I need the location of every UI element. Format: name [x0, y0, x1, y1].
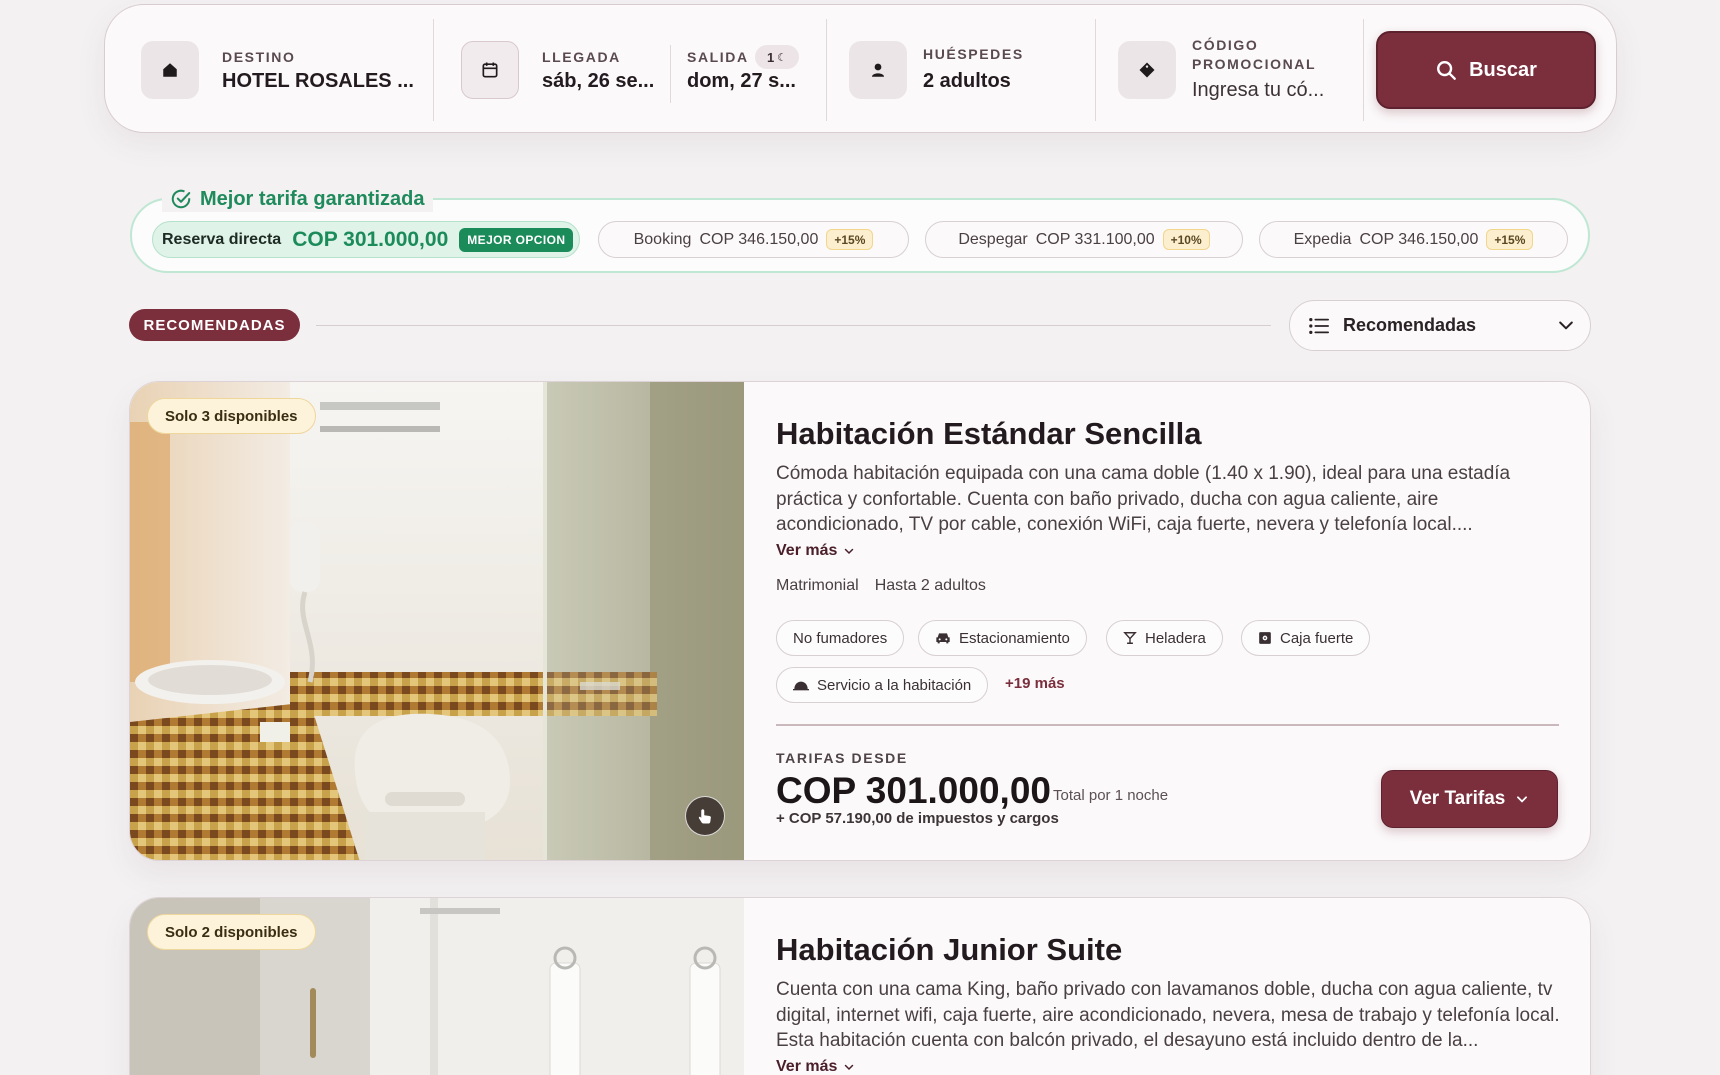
divider — [1363, 19, 1364, 121]
best-option-badge: MEJOR OPCION — [459, 227, 574, 252]
room-photo[interactable]: Solo 2 disponibles — [130, 898, 744, 1075]
chevron-down-icon — [845, 1064, 854, 1071]
competitor-rate-booking: Booking COP 346.150,00 +15% — [598, 221, 909, 258]
best-rate-title: Mejor tarifa garantizada — [162, 186, 433, 212]
check-circle-icon — [171, 189, 191, 209]
direct-price: COP 301.000,00 — [292, 227, 449, 251]
amenity-chip: No fumadores — [776, 620, 905, 656]
section-divider — [316, 325, 1271, 326]
room-description: Cómoda habitación equipada con una cama … — [776, 463, 1511, 535]
competitor-name: Despegar — [958, 230, 1028, 248]
amenity-label: Estacionamiento — [959, 629, 1070, 647]
page: DESTINO HOTEL ROSALES ... LLEGADA sáb, 2… — [0, 0, 1720, 1075]
hand-pointer-icon — [698, 809, 711, 824]
competitor-rate-expedia: Expedia COP 346.150,00 +15% — [1259, 221, 1568, 258]
moon-icon: ☾ — [777, 51, 788, 64]
room-price: COP 301.000,00 — [776, 770, 1051, 811]
price-note: Total por 1 noche — [1053, 787, 1169, 804]
search-icon — [1437, 61, 1456, 80]
view-rates-button[interactable]: Ver Tarifas — [1381, 770, 1558, 828]
direct-booking-rate: Reserva directa COP 301.000,00 MEJOR OPC… — [152, 221, 580, 258]
competitor-diff-badge: +15% — [826, 229, 874, 250]
taxes-note: + COP 57.190,00 de impuestos y cargos — [776, 810, 1059, 827]
list-icon — [1309, 317, 1329, 334]
view-rates-label: Ver Tarifas — [1409, 788, 1506, 809]
direct-label: Reserva directa — [162, 230, 282, 248]
home-icon — [141, 41, 199, 99]
competitor-name: Expedia — [1293, 230, 1352, 248]
read-more-link[interactable]: Ver más — [776, 542, 855, 560]
price-divider — [776, 724, 1559, 726]
read-more-link[interactable]: Ver más — [776, 1058, 855, 1075]
chevron-down-icon — [1517, 796, 1528, 803]
guests-label: HUÉSPEDES — [923, 46, 1024, 62]
competitor-rate-despegar: Despegar COP 331.100,00 +10% — [925, 221, 1243, 258]
checkin-label: LLEGADA — [542, 49, 621, 65]
amenity-chip: Servicio a la habitación — [776, 667, 989, 703]
room-meta: Matrimonial Hasta 2 adultos — [776, 577, 986, 595]
divider — [433, 19, 434, 121]
promo-code-input[interactable]: Ingresa tu có... — [1192, 79, 1324, 102]
destination-field[interactable]: HOTEL ROSALES ... — [222, 70, 414, 93]
room-card: Solo 3 disponibles Habitación Estándar S… — [129, 381, 1591, 861]
best-rate-title-text: Mejor tarifa garantizada — [200, 187, 425, 210]
competitor-diff-badge: +15% — [1486, 229, 1534, 250]
guests-field[interactable]: 2 adultos — [923, 70, 1011, 93]
chevron-down-icon — [845, 548, 854, 555]
checkout-field[interactable]: dom, 27 s... — [687, 70, 796, 93]
rates-from-label: TARIFAS DESDE — [776, 750, 908, 766]
room-card: Solo 2 disponibles Habitación Junior Sui… — [129, 897, 1591, 1075]
search-bar: DESTINO HOTEL ROSALES ... LLEGADA sáb, 2… — [104, 4, 1617, 133]
calendar-icon — [461, 41, 519, 99]
checkin-field[interactable]: sáb, 26 se... — [542, 70, 654, 93]
promo-label-line1: CÓDIGO — [1192, 37, 1259, 53]
amenity-label: Heladera — [1145, 629, 1206, 647]
availability-badge: Solo 3 disponibles — [147, 398, 316, 434]
bathroom-photo — [130, 382, 744, 860]
cocktail-icon — [1123, 632, 1137, 644]
divider — [1095, 19, 1096, 121]
search-button-label: Buscar — [1469, 58, 1537, 81]
amenity-label: No fumadores — [793, 629, 888, 647]
more-amenities-link[interactable]: +19 más — [1005, 675, 1065, 692]
car-icon — [936, 633, 950, 644]
destination-label: DESTINO — [222, 49, 296, 65]
read-more-label: Ver más — [776, 542, 838, 559]
tag-icon — [1118, 41, 1176, 99]
user-icon — [849, 41, 907, 99]
safe-icon — [1259, 632, 1271, 644]
read-more-label: Ver más — [776, 1058, 838, 1075]
competitor-name: Booking — [633, 230, 692, 248]
competitor-price: COP 346.150,00 — [1359, 230, 1479, 248]
gallery-button[interactable] — [685, 796, 725, 836]
chevron-down-icon — [1559, 321, 1573, 330]
amenity-chip: Heladera — [1106, 620, 1223, 656]
amenity-chip: Estacionamiento — [918, 620, 1087, 656]
availability-badge: Solo 2 disponibles — [147, 914, 316, 950]
room-description: Cuenta con una cama King, baño privado c… — [776, 979, 1560, 1051]
room-title: Habitación Estándar Sencilla — [776, 416, 1202, 451]
room-photo[interactable]: Solo 3 disponibles — [130, 382, 744, 860]
sort-label: Recomendadas — [1343, 315, 1477, 335]
sort-select[interactable]: Recomendadas — [1289, 300, 1591, 351]
amenity-chip: Caja fuerte — [1241, 620, 1371, 656]
room-capacity: Hasta 2 adultos — [874, 577, 986, 594]
room-title: Habitación Junior Suite — [776, 932, 1123, 967]
promo-label-line2: PROMOCIONAL — [1192, 56, 1317, 72]
checkout-label: SALIDA — [687, 49, 749, 65]
nights-badge: 1 ☾ — [755, 45, 799, 69]
amenity-label: Servicio a la habitación — [817, 676, 972, 694]
section-badge: RECOMENDADAS — [129, 309, 300, 341]
room-service-icon — [793, 681, 809, 691]
competitor-price: COP 331.100,00 — [1035, 230, 1155, 248]
competitor-price: COP 346.150,00 — [699, 230, 819, 248]
divider — [670, 45, 671, 103]
bed-type: Matrimonial — [776, 577, 859, 594]
amenity-label: Caja fuerte — [1280, 629, 1354, 647]
search-button[interactable]: Buscar — [1376, 31, 1596, 109]
divider — [826, 19, 827, 121]
competitor-diff-badge: +10% — [1162, 229, 1210, 250]
nights-count: 1 — [766, 49, 775, 65]
